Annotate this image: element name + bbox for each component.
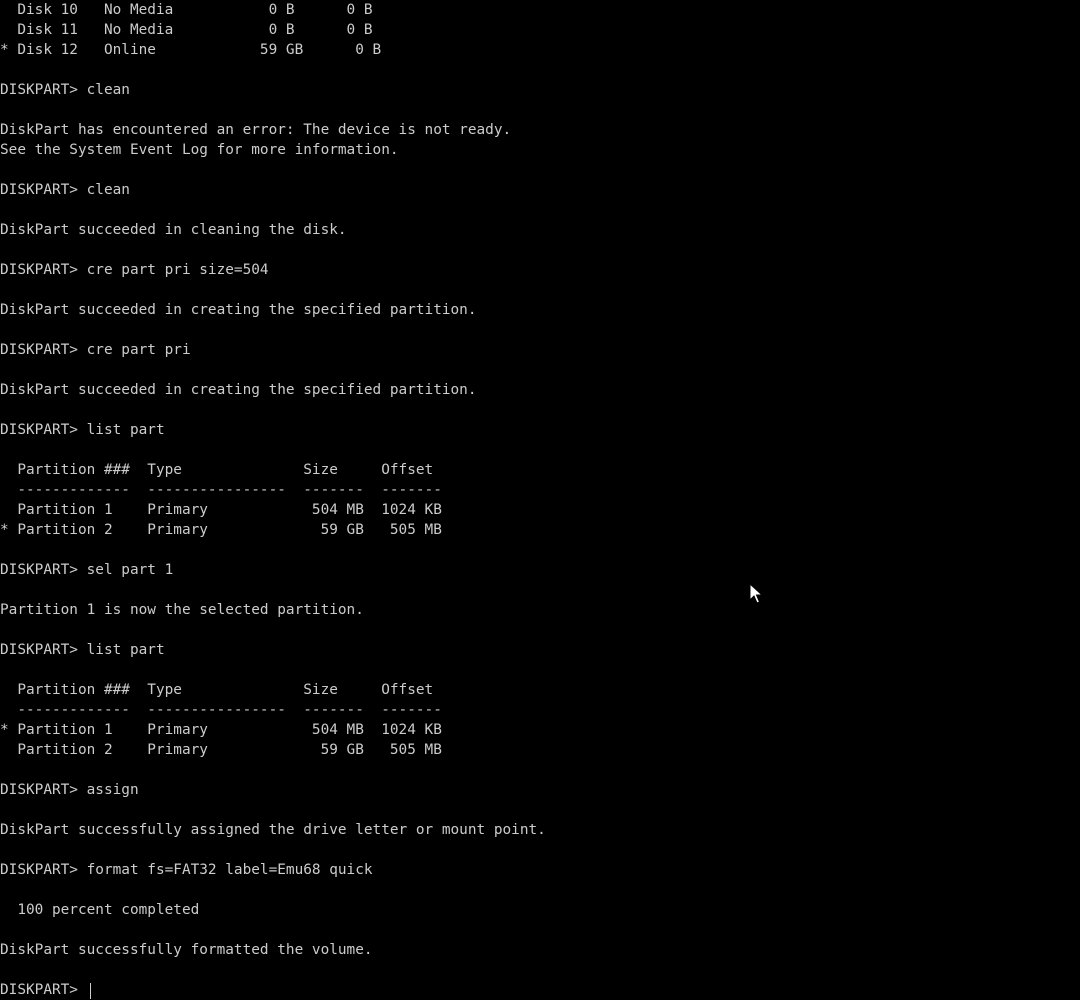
command-line: DISKPART> sel part 1	[0, 562, 174, 578]
command-line: DISKPART> list part	[0, 422, 165, 438]
console-line: DiskPart successfully assigned the drive…	[0, 822, 546, 838]
console-line: DiskPart succeeded in creating the speci…	[0, 302, 477, 318]
command-line: DISKPART>	[0, 982, 87, 998]
console-line: DiskPart succeeded in cleaning the disk.	[0, 222, 347, 238]
mouse-pointer-icon	[749, 583, 763, 604]
console-line: Disk 10 No Media 0 B 0 B	[0, 2, 373, 18]
console-line: DiskPart succeeded in creating the speci…	[0, 382, 477, 398]
command-line: DISKPART> cre part pri	[0, 342, 191, 358]
command-line: DISKPART> format fs=FAT32 label=Emu68 qu…	[0, 862, 373, 878]
console-line: * Partition 1 Primary 504 MB 1024 KB	[0, 722, 442, 738]
console-line: 100 percent completed	[0, 902, 200, 918]
command-line: DISKPART> assign	[0, 782, 139, 798]
text-cursor	[90, 983, 91, 999]
console-line: * Disk 12 Online 59 GB 0 B	[0, 42, 382, 58]
console-line: Partition ### Type Size Offset	[0, 682, 434, 698]
console-line: DiskPart has encountered an error: The d…	[0, 122, 512, 138]
console-line: See the System Event Log for more inform…	[0, 142, 399, 158]
console-line: ------------- ---------------- ------- -…	[0, 702, 442, 718]
console-window[interactable]: Disk 10 No Media 0 B 0 B Disk 11 No Medi…	[0, 0, 1080, 1000]
console-line: DiskPart successfully formatted the volu…	[0, 942, 373, 958]
command-line: DISKPART> list part	[0, 642, 165, 658]
console-line: Partition 1 is now the selected partitio…	[0, 602, 364, 618]
command-line: DISKPART> cre part pri size=504	[0, 262, 269, 278]
console-line: ------------- ---------------- ------- -…	[0, 482, 442, 498]
command-line: DISKPART> clean	[0, 82, 130, 98]
console-line: * Partition 2 Primary 59 GB 505 MB	[0, 522, 442, 538]
command-line: DISKPART> clean	[0, 182, 130, 198]
console-line: Partition 1 Primary 504 MB 1024 KB	[0, 502, 442, 518]
console-line: Partition ### Type Size Offset	[0, 462, 434, 478]
console-line: Partition 2 Primary 59 GB 505 MB	[0, 742, 442, 758]
console-line: Disk 11 No Media 0 B 0 B	[0, 22, 373, 38]
